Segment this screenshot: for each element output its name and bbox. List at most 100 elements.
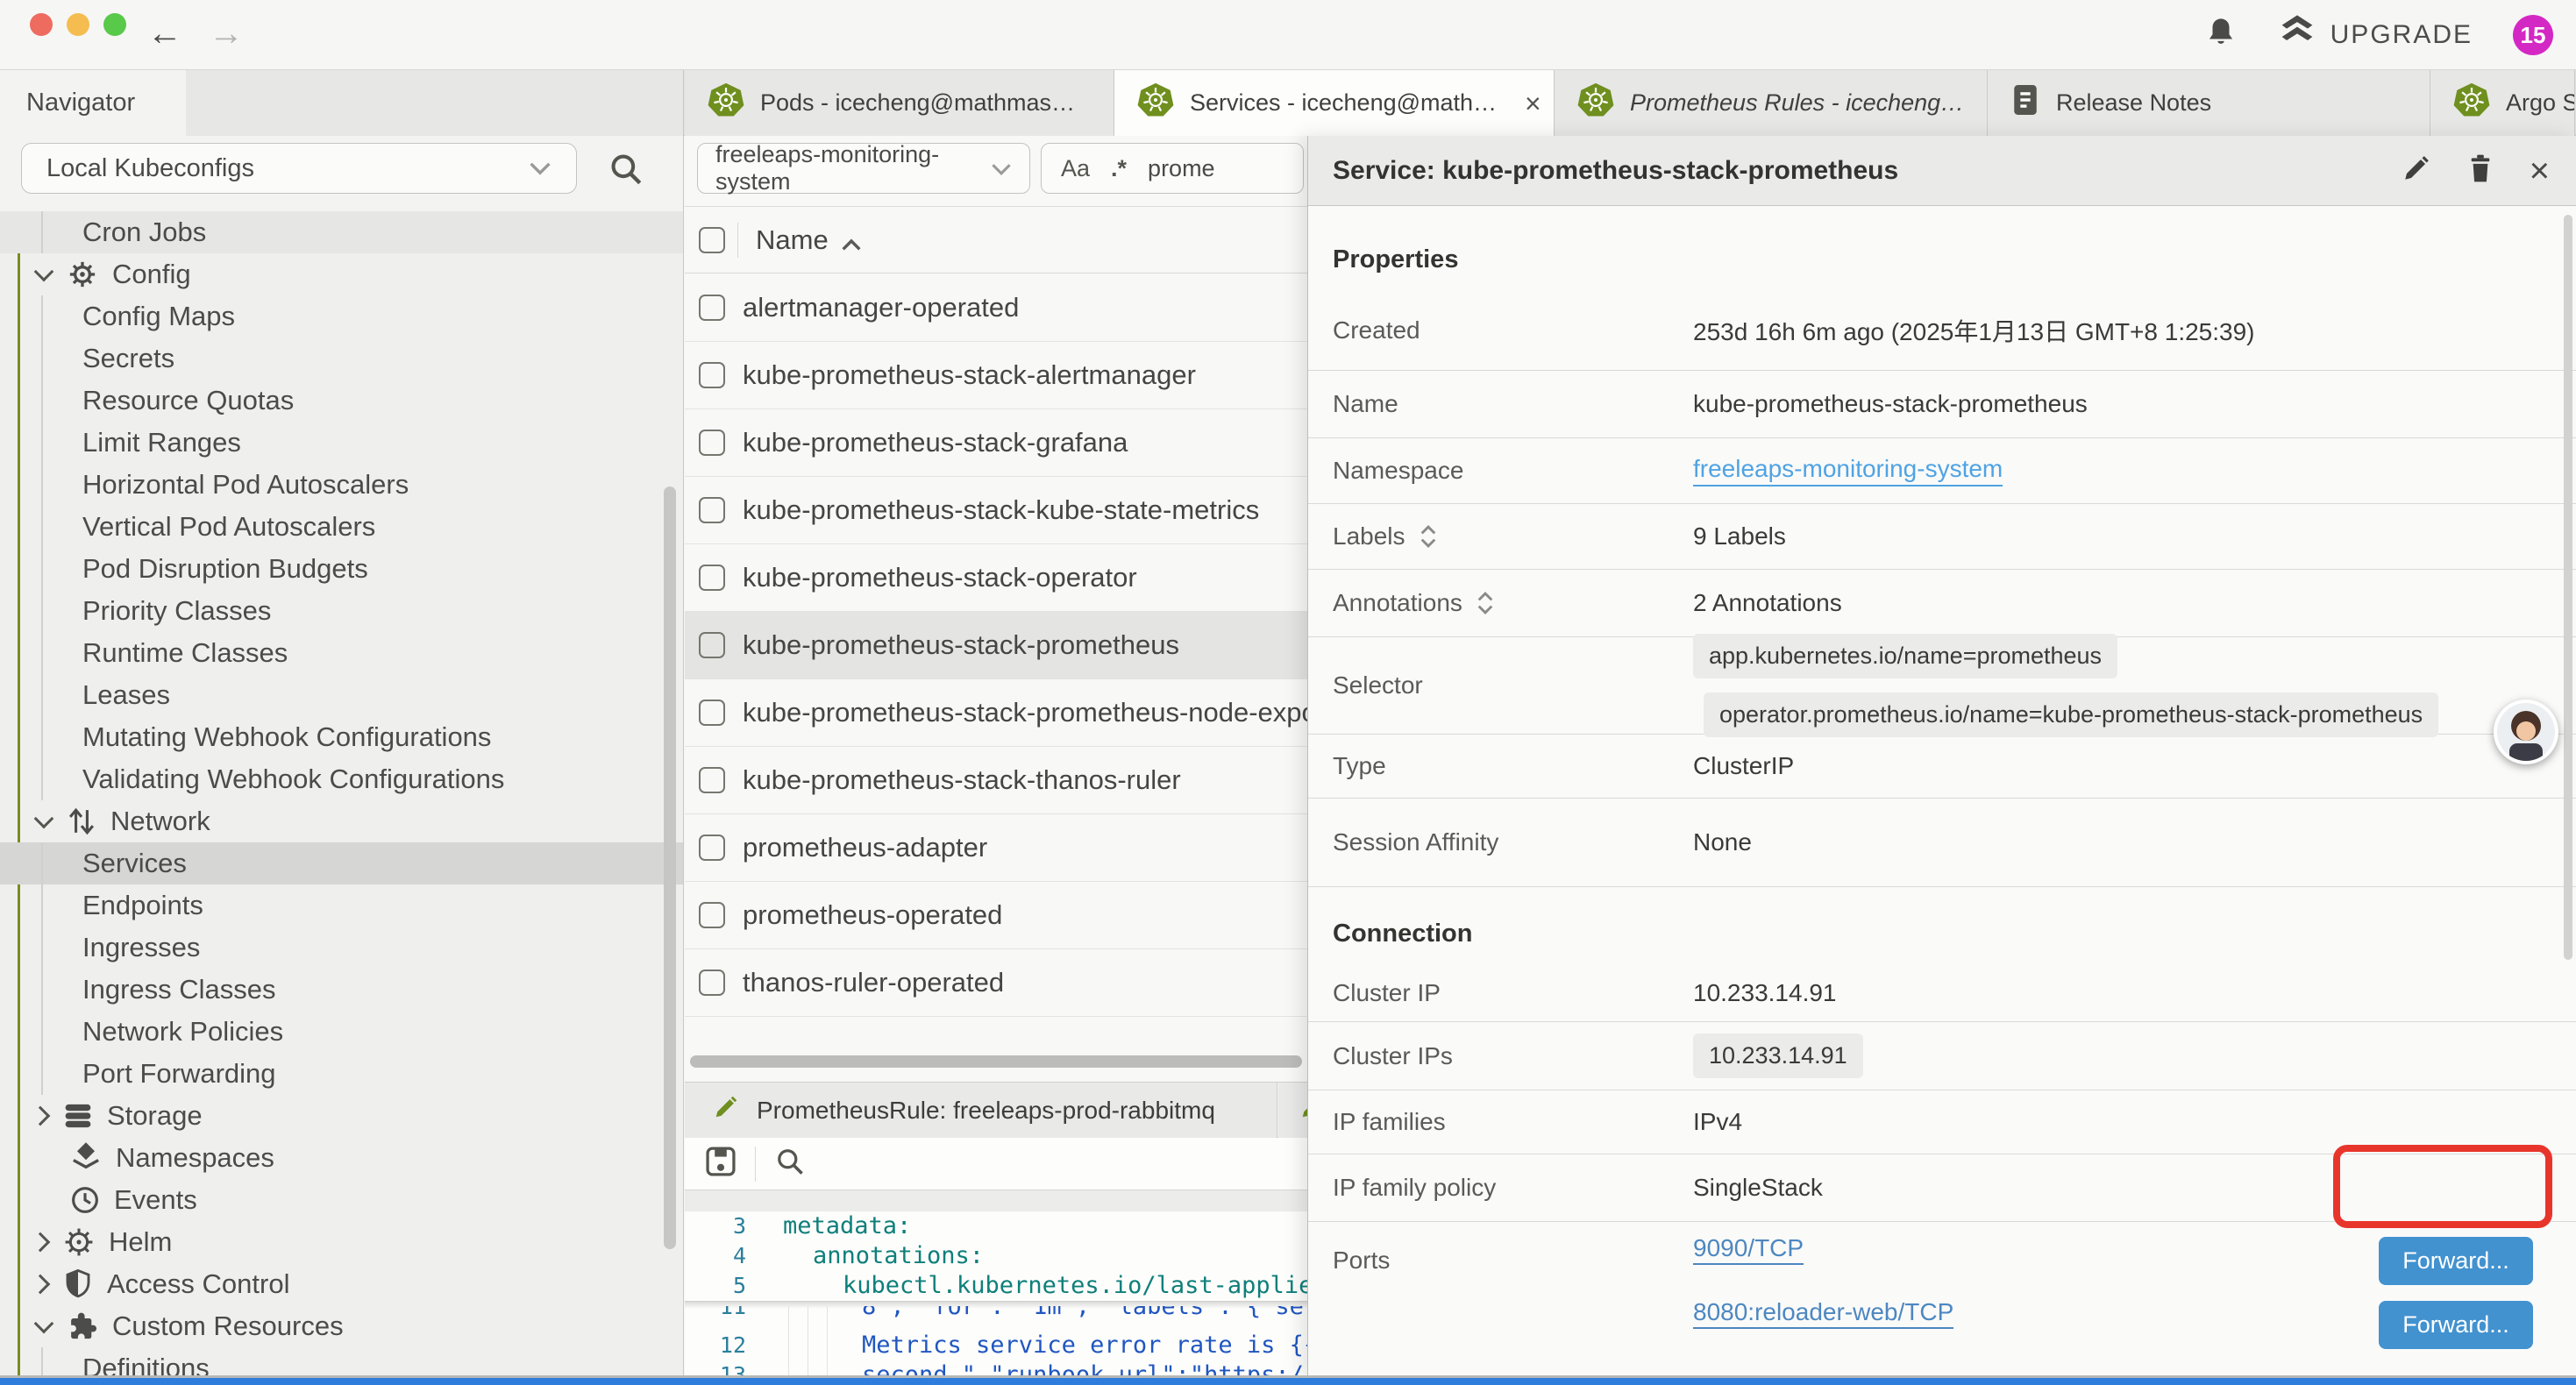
assistant-avatar[interactable] (2494, 700, 2558, 764)
table-row-kube-prometheus-stack-thanos-ruler[interactable]: kube-prometheus-stack-thanos-ruler (685, 747, 1307, 814)
sidebar-item-helm[interactable]: Helm (0, 1221, 683, 1263)
sidebar-item-namespaces[interactable]: Namespaces (0, 1137, 683, 1179)
row-checkbox[interactable] (699, 902, 725, 928)
sidebar-search-icon[interactable] (607, 150, 645, 193)
select-all-checkbox[interactable] (699, 227, 725, 253)
close-window-button[interactable] (30, 13, 53, 36)
sidebar-item-cron-jobs[interactable]: Cron Jobs (0, 211, 683, 253)
match-case-icon[interactable]: Aa (1061, 155, 1090, 182)
sort-asc-icon[interactable] (841, 227, 862, 259)
table-row-kube-prometheus-stack-alertmanager[interactable]: kube-prometheus-stack-alertmanager (685, 342, 1307, 409)
save-icon[interactable] (704, 1145, 737, 1183)
forward-button[interactable]: Forward... (2379, 1301, 2533, 1349)
table-row-kube-prometheus-stack-grafana[interactable]: kube-prometheus-stack-grafana (685, 409, 1307, 477)
sidebar-item-leases[interactable]: Leases (0, 674, 683, 716)
minimize-window-button[interactable] (67, 13, 89, 36)
sidebar-item-secrets[interactable]: Secrets (0, 337, 683, 380)
sidebar-item-events[interactable]: Events (0, 1179, 683, 1221)
editor-search-icon[interactable] (773, 1145, 807, 1183)
row-checkbox[interactable] (699, 497, 725, 523)
chevron-right-icon[interactable] (31, 1106, 51, 1126)
tab-argo-se[interactable]: Argo Se (2430, 70, 2575, 136)
table-row-alertmanager-operated[interactable]: alertmanager-operated (685, 274, 1307, 342)
notification-badge[interactable]: 15 (2513, 15, 2553, 55)
tab-services-icecheng-math[interactable]: Services - icecheng@math…× (1114, 70, 1555, 136)
chevron-down-icon[interactable] (34, 1314, 54, 1334)
sidebar-item-services[interactable]: Services (0, 842, 683, 884)
sidebar-item-validating-webhook-configurations[interactable]: Validating Webhook Configurations (0, 758, 683, 800)
row-checkbox[interactable] (699, 767, 725, 793)
table-row-prometheus-adapter[interactable]: prometheus-adapter (685, 814, 1307, 882)
tab-prometheus-rules-icecheng[interactable]: Prometheus Rules - icecheng… (1555, 70, 1988, 136)
expander-icon[interactable] (1418, 522, 1439, 551)
back-icon[interactable]: ← (147, 12, 182, 54)
expander-icon[interactable] (1475, 588, 1496, 618)
upgrade-button[interactable]: UPGRADE (2278, 14, 2473, 56)
detail-scrollbar[interactable] (2564, 215, 2572, 960)
horizontal-scrollbar[interactable] (690, 1055, 1302, 1068)
row-checkbox[interactable] (699, 970, 725, 996)
delete-icon[interactable] (2466, 153, 2494, 188)
name-filter-input[interactable]: Aa .* prome (1041, 143, 1304, 194)
sidebar-item-vertical-pod-autoscalers[interactable]: Vertical Pod Autoscalers (0, 506, 683, 548)
table-row-thanos-ruler-operated[interactable]: thanos-ruler-operated (685, 949, 1307, 1017)
forward-button-annotated[interactable]: Forward... (2379, 1237, 2533, 1285)
sidebar-item-storage[interactable]: Storage (0, 1095, 683, 1137)
table-row-kube-prometheus-stack-prometheus[interactable]: kube-prometheus-stack-prometheus (685, 612, 1307, 679)
chevron-down-icon[interactable] (34, 809, 54, 829)
tab-pods-icecheng-mathmas[interactable]: Pods - icecheng@mathmas… (685, 70, 1114, 136)
table-row-kube-prometheus-stack-prometheus-node-expor[interactable]: kube-prometheus-stack-prometheus-node-ex… (685, 679, 1307, 747)
row-checkbox[interactable] (699, 835, 725, 861)
sidebar-item-pod-disruption-budgets[interactable]: Pod Disruption Budgets (0, 548, 683, 590)
chevron-right-icon[interactable] (31, 1275, 51, 1295)
chevron-down-icon[interactable] (34, 262, 54, 282)
sidebar-item-mutating-webhook-configurations[interactable]: Mutating Webhook Configurations (0, 716, 683, 758)
table-row-prometheus-operated[interactable]: prometheus-operated (685, 882, 1307, 949)
row-checkbox[interactable] (699, 700, 725, 726)
row-checkbox[interactable] (699, 362, 725, 388)
navigator-panel-tab[interactable]: Navigator (0, 70, 186, 136)
sidebar-item-horizontal-pod-autoscalers[interactable]: Horizontal Pod Autoscalers (0, 464, 683, 506)
sidebar-item-resource-quotas[interactable]: Resource Quotas (0, 380, 683, 422)
close-icon[interactable]: × (2530, 156, 2550, 186)
sidebar-item-label: Helm (109, 1226, 172, 1258)
maximize-window-button[interactable] (103, 13, 126, 36)
tab-release-notes[interactable]: Release Notes (1988, 70, 2430, 136)
forward-icon[interactable]: → (209, 12, 244, 54)
sidebar-item-port-forwarding[interactable]: Port Forwarding (0, 1053, 683, 1095)
bell-icon[interactable] (2204, 15, 2238, 56)
regex-icon[interactable]: .* (1111, 155, 1127, 182)
namespace-selector[interactable]: freeleaps-monitoring-system (697, 143, 1030, 194)
row-checkbox[interactable] (699, 430, 725, 456)
editor-tab-prometheusrule[interactable]: PrometheusRule: freeleaps-prod-rabbitmq (685, 1083, 1277, 1138)
sidebar-item-custom-resources[interactable]: Custom Resources (0, 1305, 683, 1347)
kubeconfig-selector[interactable]: Local Kubeconfigs (21, 143, 577, 194)
row-checkbox[interactable] (699, 565, 725, 591)
port-link[interactable]: 8080:reloader-web/TCP (1693, 1298, 1953, 1329)
sidebar-item-ingress-classes[interactable]: Ingress Classes (0, 969, 683, 1011)
port-link[interactable]: 9090/TCP (1693, 1234, 1804, 1265)
sidebar-item-config[interactable]: Config (0, 253, 683, 295)
sidebar-item-config-maps[interactable]: Config Maps (0, 295, 683, 337)
sidebar-item-priority-classes[interactable]: Priority Classes (0, 590, 683, 632)
name-column-header[interactable]: Name (756, 224, 829, 256)
sidebar-item-definitions[interactable]: Definitions (0, 1347, 683, 1378)
sidebar-scrollbar[interactable] (664, 487, 676, 1249)
table-row-kube-prometheus-stack-kube-state-metrics[interactable]: kube-prometheus-stack-kube-state-metrics (685, 477, 1307, 544)
edit-icon[interactable] (2402, 153, 2431, 188)
chevron-right-icon[interactable] (31, 1232, 51, 1253)
sidebar-item-access-control[interactable]: Access Control (0, 1263, 683, 1305)
table-row-kube-prometheus-stack-operator[interactable]: kube-prometheus-stack-operator (685, 544, 1307, 612)
sidebar-item-ingresses[interactable]: Ingresses (0, 927, 683, 969)
sidebar-item-limit-ranges[interactable]: Limit Ranges (0, 422, 683, 464)
row-checkbox[interactable] (699, 632, 725, 658)
editor-tab-partial[interactable] (1278, 1083, 1307, 1138)
row-checkbox[interactable] (699, 295, 725, 321)
yaml-editor[interactable]: 3metadata:4annotations:5kubectl.kubernet… (685, 1211, 1307, 1378)
sidebar-item-runtime-classes[interactable]: Runtime Classes (0, 632, 683, 674)
sidebar-item-network[interactable]: Network (0, 800, 683, 842)
namespace-link[interactable]: freeleaps-monitoring-system (1693, 455, 2003, 487)
close-tab-icon[interactable]: × (1525, 90, 1541, 117)
sidebar-item-endpoints[interactable]: Endpoints (0, 884, 683, 927)
sidebar-item-network-policies[interactable]: Network Policies (0, 1011, 683, 1053)
